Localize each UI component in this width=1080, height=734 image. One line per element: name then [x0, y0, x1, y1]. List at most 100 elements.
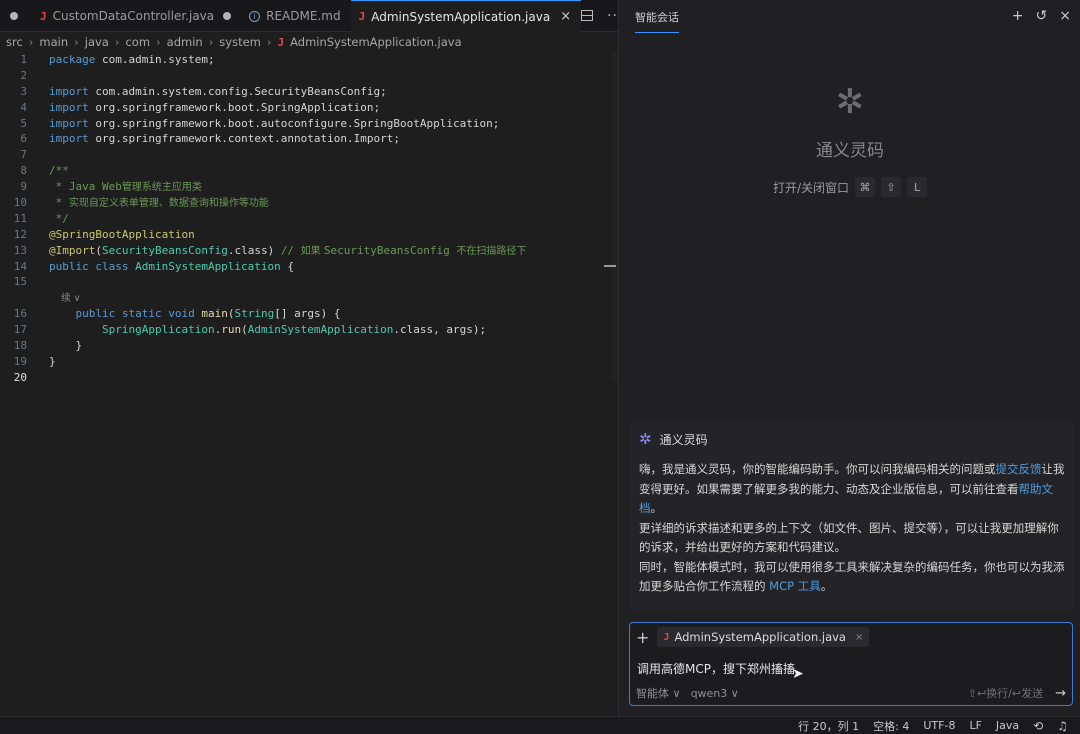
encoding[interactable]: UTF-8 [923, 719, 955, 732]
code-token: import [49, 116, 89, 130]
code-line[interactable]: 15 [0, 274, 618, 290]
context-file-chip[interactable]: J AdminSystemApplication.java × [657, 627, 870, 647]
tongyi-logo-icon: ✲ [639, 430, 652, 448]
history-icon[interactable]: ↺ [1036, 8, 1048, 24]
code-line[interactable]: 19} [0, 354, 618, 370]
breadcrumb-item[interactable]: system [219, 35, 261, 49]
code-line[interactable]: 12 @SpringBootApplication [0, 227, 618, 243]
split-editor-icon[interactable] [581, 10, 594, 21]
line-number: 18 [13, 339, 27, 353]
feedback-link[interactable]: 提交反馈 [996, 462, 1042, 476]
code-line[interactable]: 13 @Import(SecurityBeansConfig.class) // … [0, 243, 618, 259]
line-number: 19 [13, 354, 27, 368]
tab-admin-system-application[interactable]: J AdminSystemApplication.java × [350, 0, 582, 32]
code-line[interactable]: 5 import org.springframework.boot.autocon… [0, 116, 618, 132]
chevron-right-icon: › [74, 35, 79, 49]
chevron-right-icon: › [208, 35, 214, 49]
line-number: 12 [13, 227, 27, 241]
sync-icon[interactable]: ⟲ [1033, 719, 1043, 733]
code-token: 实现自定义表单管理、数据查询和操作等功能 [68, 198, 269, 210]
code-line[interactable]: 16 public static void main(String[] args… [0, 306, 618, 322]
chat-input-field[interactable]: 调用高德MCP，搜下郑州搐搐 [637, 660, 795, 677]
code-token: [] args) { [274, 307, 341, 321]
code-line[interactable]: 9 * Java Web管理系统主应用类 [0, 179, 618, 195]
code-line[interactable]: 10 * 实现自定义表单管理、数据查询和操作等功能 [0, 195, 618, 211]
plus-icon[interactable]: + [1012, 8, 1024, 24]
code-token: * [49, 196, 69, 210]
code-line[interactable]: 4 import org.springframework.boot.SpringA… [0, 100, 618, 116]
cursor-position[interactable]: 行 20，列 1 [798, 718, 859, 734]
code-line[interactable]: 20 [0, 370, 618, 386]
close-icon[interactable]: × [560, 9, 571, 24]
close-icon[interactable]: × [1059, 8, 1071, 24]
code-token: 不在扫描路径下 [456, 245, 527, 257]
editor-pane: J CustomDataController.java i README.md … [0, 0, 622, 716]
add-context-icon[interactable]: + [636, 628, 649, 647]
breadcrumb-item[interactable]: main [39, 35, 68, 49]
code-line[interactable]: 3 import com.admin.system.config.Security… [0, 84, 618, 100]
shortcut-label: 打开/关闭窗口 [772, 180, 850, 195]
code-line[interactable]: 8 /** [0, 163, 618, 179]
java-file-icon: J [40, 9, 47, 23]
code-line[interactable]: 2 [0, 68, 618, 84]
welcome-title: 通义灵码 [816, 141, 884, 161]
code-token: org.springframework.boot.autoconfigure.S… [88, 116, 500, 130]
code-token: AdminSystemApplication [135, 259, 281, 273]
tab-readme[interactable]: i README.md [241, 0, 350, 32]
tab-label: README.md [266, 9, 341, 23]
code-token: import [49, 132, 89, 146]
code-text: @SpringBootApplication [49, 227, 195, 243]
tab-custom-data-controller[interactable]: J CustomDataController.java [0, 0, 241, 32]
breadcrumb-item[interactable]: java [85, 35, 109, 49]
code-text: SpringApplication.run(AdminSystemApplica… [49, 322, 486, 338]
model-selector[interactable]: qwen3 ∨ [691, 687, 739, 700]
end-of-line[interactable]: LF [969, 719, 981, 732]
line-number: 15 [13, 275, 27, 289]
message-text: 。 [820, 579, 833, 593]
send-arrow-icon[interactable]: → [1055, 686, 1066, 701]
code-text: /** [49, 163, 69, 179]
assistant-message: ✲ 通义灵码 嗨，我是通义灵码，你的智能编码助手。你可以问我编码相关的问题或提交… [629, 420, 1075, 612]
language-mode[interactable]: Java [996, 719, 1019, 732]
chevron-right-icon: › [156, 35, 161, 49]
line-number: 8 [20, 164, 27, 178]
code-token: /** [49, 164, 69, 178]
code-editor[interactable]: 1 package com.admin.system; 2 3 import com.a… [0, 52, 618, 386]
chevron-right-icon: › [266, 35, 272, 49]
code-line[interactable]: 11 */ [0, 211, 618, 227]
code-token: @SpringBootApplication [49, 227, 195, 241]
code-line[interactable]: 14 public class AdminSystemApplication { [0, 259, 618, 275]
code-token: import [49, 100, 89, 114]
breadcrumb-item[interactable]: admin [167, 35, 203, 49]
breadcrumb: src › main › java › com › admin › system › J A… [0, 33, 618, 51]
breadcrumb-item[interactable]: src [6, 35, 23, 49]
code-line[interactable]: 17 SpringApplication.run(AdminSystemAppl… [0, 322, 618, 338]
mcp-tools-link[interactable]: MCP 工具 [769, 579, 821, 593]
breadcrumb-item[interactable]: AdminSystemApplication.java [290, 35, 462, 49]
breadcrumb-item[interactable]: com [125, 35, 150, 49]
indentation[interactable]: 空格: 4 [873, 718, 909, 734]
code-token: .class, args); [393, 323, 487, 337]
line-number: 17 [13, 323, 27, 337]
chat-title-tab[interactable]: 智能会话 [635, 0, 679, 33]
remove-context-icon[interactable]: × [855, 632, 863, 643]
code-line[interactable]: 续 ∨ [0, 290, 618, 306]
java-file-icon: J [663, 631, 670, 643]
code-line[interactable]: 18 } [0, 338, 618, 354]
notifications-bell-icon[interactable]: ♫ [1057, 719, 1068, 733]
overview-ruler-marker [604, 265, 616, 267]
code-text: @Import(SecurityBeansConfig.class) // 如果… [49, 243, 526, 260]
code-line[interactable]: 6 import org.springframework.context.anno… [0, 131, 618, 147]
info-file-icon: i [249, 10, 261, 22]
mode-selector[interactable]: 智能体 ∨ [636, 685, 681, 701]
code-text: * Java Web管理系统主应用类 [49, 179, 202, 196]
line-number: 4 [20, 100, 27, 114]
status-bar: 行 20，列 1 空格: 4 UTF-8 LF Java ⟲ ♫ [0, 716, 1080, 734]
code-token: AdminSystemApplication [247, 323, 394, 337]
chat-input-box[interactable]: + J AdminSystemApplication.java × 调用高德MC… [629, 622, 1073, 706]
code-token: com.admin.system.config.SecurityBeansCon… [88, 84, 387, 98]
code-text: */ [49, 211, 69, 227]
code-line[interactable]: 7 [0, 147, 618, 163]
code-line[interactable]: 1 package com.admin.system; [0, 52, 618, 68]
line-number: 10 [13, 196, 27, 210]
